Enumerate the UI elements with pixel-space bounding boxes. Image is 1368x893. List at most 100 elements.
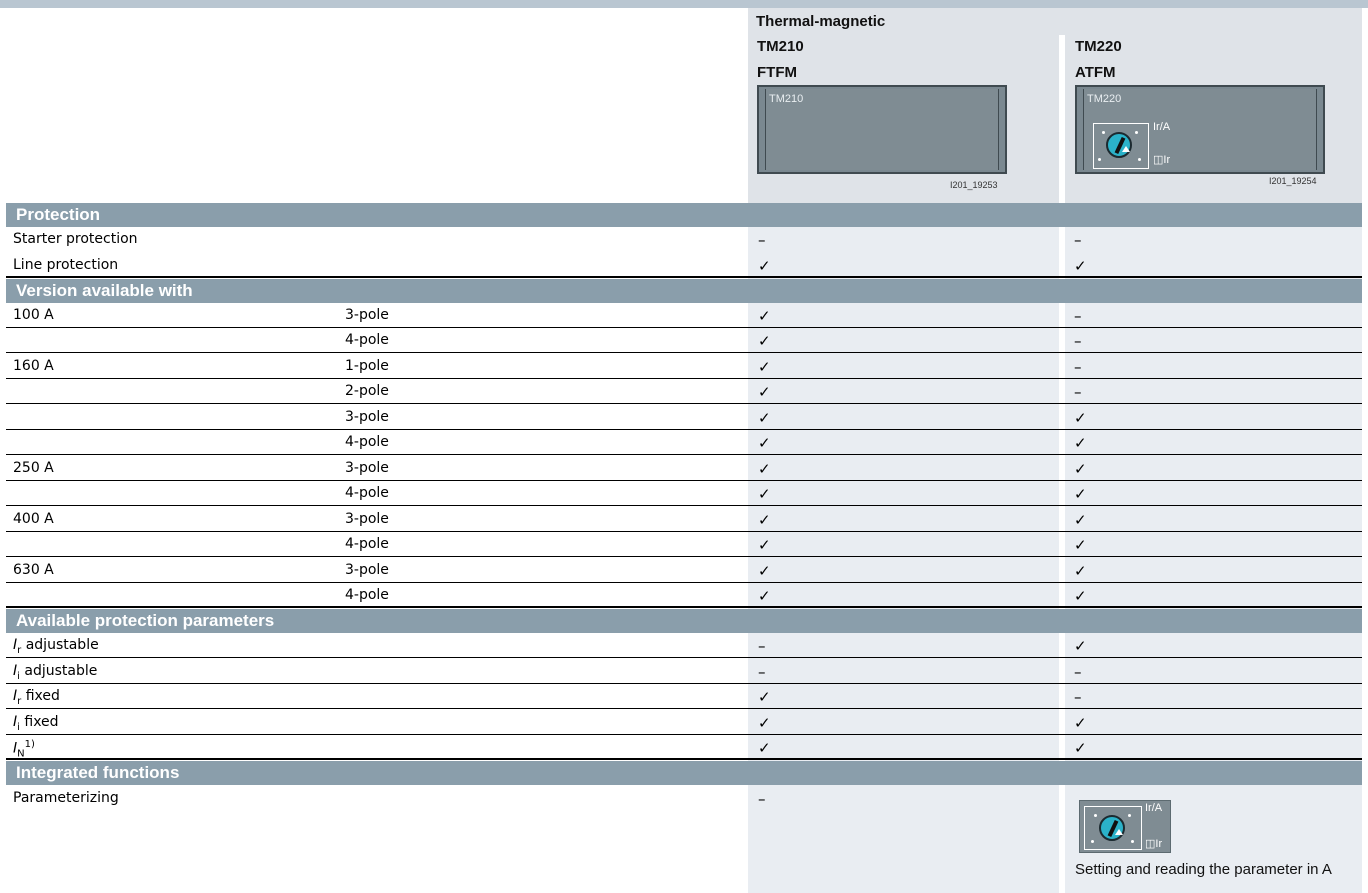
section-title: Available protection parameters bbox=[16, 611, 275, 630]
row-current: 100 A bbox=[13, 307, 54, 323]
param-text: adjustable bbox=[19, 663, 98, 679]
tm210-value: ✓ bbox=[758, 562, 771, 580]
dial-dot bbox=[1128, 814, 1131, 817]
row-divider bbox=[6, 606, 1362, 608]
tm220-value: ✓ bbox=[1074, 257, 1087, 275]
row-pole: 4-pole bbox=[345, 332, 389, 348]
row-pole: 3-pole bbox=[345, 460, 389, 476]
row-pole: 3-pole bbox=[345, 511, 389, 527]
tm220-value: – bbox=[1074, 663, 1082, 681]
table-row: 4-pole ✓ ✓ bbox=[6, 430, 1362, 455]
tm210-device-image: TM210 bbox=[757, 85, 1007, 174]
row-divider bbox=[6, 352, 1362, 353]
dial-dot bbox=[1094, 814, 1097, 817]
device-label: TM220 bbox=[1087, 93, 1122, 105]
tm220-value: ✓ bbox=[1074, 714, 1087, 732]
tm220-value: ✓ bbox=[1074, 434, 1087, 452]
tm210-value: – bbox=[758, 790, 766, 808]
header-tm220-variant: ATFM bbox=[1075, 64, 1116, 81]
top-bar bbox=[0, 0, 1368, 8]
parameter-label: Ii adjustable bbox=[13, 663, 97, 682]
header-tm210-model: TM210 bbox=[757, 38, 804, 55]
dial-triangle bbox=[1122, 146, 1130, 152]
tm220-value: ✓ bbox=[1074, 637, 1087, 655]
tm210-value: ✓ bbox=[758, 511, 771, 529]
tm210-value: ✓ bbox=[758, 332, 771, 350]
row-pole: 4-pole bbox=[345, 587, 389, 603]
tm220-value: ✓ bbox=[1074, 485, 1087, 503]
tm210-value: ✓ bbox=[758, 383, 771, 401]
parameterizing-description: Setting and reading the parameter in A bbox=[1075, 861, 1332, 878]
tm210-value: ✓ bbox=[758, 536, 771, 554]
row-label: Starter protection bbox=[13, 231, 138, 247]
table-row: IN1) ✓ ✓ bbox=[6, 735, 1362, 760]
row-divider bbox=[6, 556, 1362, 557]
header-tm220-model: TM220 bbox=[1075, 38, 1122, 55]
rotary-dial-icon bbox=[1106, 132, 1132, 158]
row-current: 160 A bbox=[13, 358, 54, 374]
dial-label-bottom-text: Ir bbox=[1155, 838, 1163, 850]
tm220-value: – bbox=[1074, 332, 1082, 350]
tm220-value: ✓ bbox=[1074, 562, 1087, 580]
tm220-value: ✓ bbox=[1074, 460, 1087, 478]
tm220-value: – bbox=[1074, 231, 1082, 249]
tm220-image-id: I201_19254 bbox=[1269, 176, 1317, 186]
dial-frame bbox=[1093, 123, 1149, 169]
rotary-dial-icon bbox=[1099, 815, 1125, 841]
param-footnote: 1) bbox=[24, 739, 35, 750]
table-row: 4-pole ✓ ✓ bbox=[6, 481, 1362, 506]
tm220-value: – bbox=[1074, 688, 1082, 706]
dial-dot bbox=[1131, 840, 1134, 843]
dial-dot bbox=[1091, 840, 1094, 843]
table-row: 160 A 1-pole ✓ – bbox=[6, 354, 1362, 379]
param-text: adjustable bbox=[21, 637, 99, 653]
row-current: 400 A bbox=[13, 511, 54, 527]
dial-dot bbox=[1138, 158, 1141, 161]
tm220-value: – bbox=[1074, 358, 1082, 376]
row-divider bbox=[6, 657, 1362, 658]
table-row: 2-pole ✓ – bbox=[6, 379, 1362, 404]
tm220-value: – bbox=[1074, 307, 1082, 325]
dial-label-top: Ir/A bbox=[1145, 802, 1163, 814]
tm220-value: – bbox=[1074, 383, 1082, 401]
table-row: 4-pole ✓ – bbox=[6, 328, 1362, 353]
dial-frame bbox=[1084, 806, 1142, 850]
header-tm210-variant: FTFM bbox=[757, 64, 797, 81]
section-title: Version available with bbox=[16, 281, 193, 300]
row-current: 630 A bbox=[13, 562, 54, 578]
table-row: Ir fixed ✓ – bbox=[6, 684, 1362, 709]
section-functions: Integrated functions bbox=[6, 761, 1362, 785]
device-label: TM210 bbox=[769, 93, 804, 105]
tm220-value: ✓ bbox=[1074, 409, 1087, 427]
table-row: 630 A 3-pole ✓ ✓ bbox=[6, 558, 1362, 583]
row-pole: 3-pole bbox=[345, 409, 389, 425]
row-pole: 2-pole bbox=[345, 383, 389, 399]
row-pole: 1-pole bbox=[345, 358, 389, 374]
tm210-value: ✓ bbox=[758, 307, 771, 325]
table-row: 400 A 3-pole ✓ ✓ bbox=[6, 507, 1362, 532]
dial-label-bottom: ◫Ir bbox=[1145, 838, 1163, 850]
row-divider bbox=[6, 276, 1362, 278]
tm210-value: ✓ bbox=[758, 409, 771, 427]
table-row: 4-pole ✓ ✓ bbox=[6, 532, 1362, 557]
tm210-value: – bbox=[758, 663, 766, 681]
row-pole: 3-pole bbox=[345, 307, 389, 323]
header-group-title: Thermal-magnetic bbox=[756, 13, 886, 30]
parameter-label: Ir adjustable bbox=[13, 637, 99, 656]
tm210-value: ✓ bbox=[758, 587, 771, 605]
dial-label-bottom-text: Ir bbox=[1163, 154, 1171, 166]
table-row: 100 A 3-pole ✓ – bbox=[6, 303, 1362, 328]
row-divider bbox=[6, 505, 1362, 506]
section-version: Version available with bbox=[6, 279, 1362, 303]
tm210-value: ✓ bbox=[758, 714, 771, 732]
parameterizing-dial-image: Ir/A ◫Ir bbox=[1079, 800, 1171, 853]
row-label: Parameterizing bbox=[13, 790, 119, 806]
dial-label-bottom: ◫Ir bbox=[1153, 154, 1171, 166]
param-text: fixed bbox=[21, 688, 60, 704]
table-row: 4-pole ✓ ✓ bbox=[6, 583, 1362, 608]
row-label: Line protection bbox=[13, 257, 119, 273]
row-pole: 4-pole bbox=[345, 485, 389, 501]
dial-triangle bbox=[1115, 829, 1123, 835]
tm210-value: – bbox=[758, 231, 766, 249]
tm220-device-image: TM220 Ir/A ◫Ir bbox=[1075, 85, 1325, 174]
